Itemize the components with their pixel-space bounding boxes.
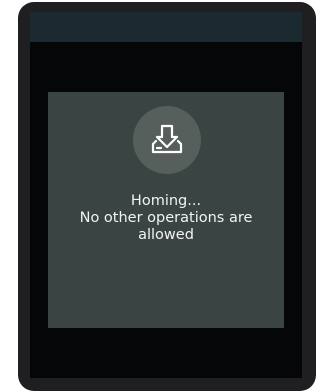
device-screen: Homing... No other operations are allowe… bbox=[30, 12, 302, 378]
device-frame: Homing... No other operations are allowe… bbox=[18, 2, 316, 391]
status-bar bbox=[30, 12, 302, 42]
homing-icon-badge bbox=[133, 106, 201, 174]
status-message: Homing... No other operations are allowe… bbox=[48, 193, 284, 244]
status-message-line-2: No other operations are bbox=[79, 210, 253, 226]
homing-dialog: Homing... No other operations are allowe… bbox=[48, 92, 284, 328]
status-message-line-1: Homing... bbox=[130, 193, 202, 209]
status-message-line-3: allowed bbox=[138, 227, 194, 243]
homing-icon bbox=[151, 124, 183, 154]
